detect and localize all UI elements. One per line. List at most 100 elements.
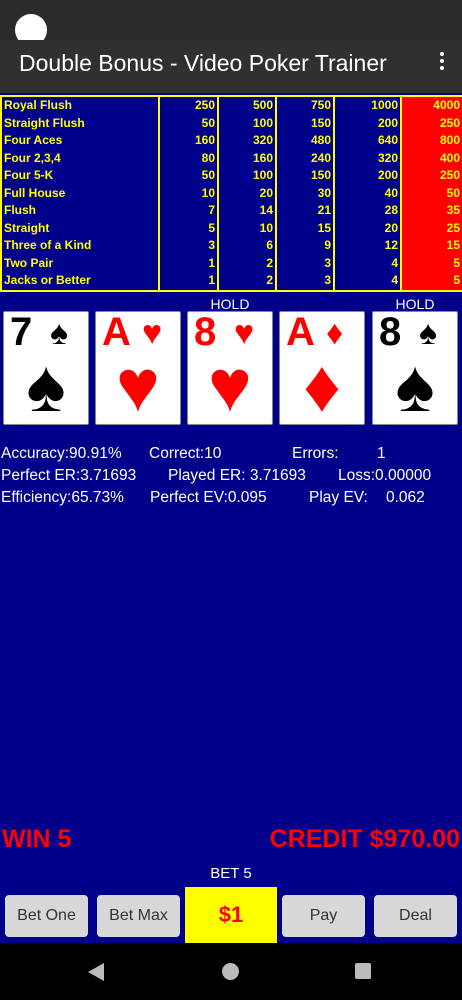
loss-stat: Loss:0.00000 bbox=[338, 467, 432, 484]
paytable-payout: 50 bbox=[201, 115, 215, 130]
paytable-payout: 5 bbox=[208, 220, 215, 235]
recent-apps-icon[interactable] bbox=[355, 963, 371, 979]
paytable-payout: 480 bbox=[310, 133, 331, 147]
paytable-payout: 50 bbox=[201, 168, 215, 182]
card-center-suit-icon: ♥ bbox=[116, 344, 160, 425]
paytable-payout: 2 bbox=[266, 273, 273, 287]
paytable-payout: 240 bbox=[310, 150, 331, 165]
paytable-payout: 1 bbox=[208, 255, 215, 270]
paytable-payout: 1 bbox=[208, 273, 215, 287]
paytable-hand-name: Two Pair bbox=[4, 255, 54, 270]
playing-card[interactable]: 8 ♠ ♠ bbox=[372, 311, 458, 425]
paytable-payout: 80 bbox=[201, 150, 215, 165]
paytable-column-3: 750 150 480 240 150 30 21 15 9 3 3 bbox=[277, 97, 335, 290]
paytable-column-2: 500 100 320 160 100 20 14 10 6 2 2 bbox=[219, 97, 277, 290]
paytable-payout: 4 bbox=[391, 255, 398, 270]
paytable-payout: 3 bbox=[324, 273, 331, 287]
paytable-payout: 40 bbox=[384, 185, 398, 200]
app-title: Double Bonus - Video Poker Trainer bbox=[19, 50, 387, 76]
credit-display: CREDIT $970.00 bbox=[269, 825, 460, 853]
paytable-hand-name: Three of a Kind bbox=[4, 238, 92, 252]
play-ev-value: 0.062 bbox=[386, 489, 425, 506]
errors-value: 1 bbox=[377, 445, 386, 462]
paytable-payout: 6 bbox=[266, 238, 273, 252]
paytable-payout: 100 bbox=[252, 168, 273, 182]
correct-stat: Correct:10 bbox=[149, 445, 222, 462]
system-nav-bar bbox=[0, 943, 462, 1000]
denomination-button[interactable]: $1 bbox=[185, 887, 277, 943]
card-center-suit-icon: ♠ bbox=[26, 344, 66, 425]
errors-label: Errors: bbox=[292, 445, 339, 462]
paytable-payout: 5 bbox=[453, 273, 460, 287]
status-bar bbox=[0, 0, 462, 46]
hold-label: HOLD bbox=[395, 296, 435, 312]
paytable-column-5-highlight: 4000 250 800 400 250 50 35 25 15 5 5 bbox=[402, 97, 462, 290]
deal-button[interactable]: Deal bbox=[374, 895, 457, 937]
paytable-payout: 25 bbox=[446, 220, 460, 235]
paytable-payout: 9 bbox=[324, 238, 331, 252]
paytable-payout: 150 bbox=[310, 115, 331, 130]
more-vert-icon[interactable] bbox=[438, 52, 446, 76]
pay-table: Royal Flush Straight Flush Four Aces Four 2… bbox=[0, 95, 462, 292]
game-area: Royal Flush Straight Flush Four Aces Four 2… bbox=[0, 93, 462, 943]
hold-label: HOLD bbox=[210, 296, 250, 312]
back-icon[interactable] bbox=[88, 963, 104, 981]
card-center-suit-icon: ♠ bbox=[395, 344, 435, 425]
paytable-payout: 150 bbox=[310, 168, 331, 182]
paytable-payout: 800 bbox=[439, 133, 460, 147]
paytable-payout: 4 bbox=[391, 273, 398, 287]
paytable-payout: 50 bbox=[446, 185, 460, 200]
playing-card[interactable]: 8 ♥ ♥ bbox=[187, 311, 273, 425]
paytable-hand-name: Straight Flush bbox=[4, 115, 85, 130]
paytable-payout: 10 bbox=[201, 185, 215, 200]
paytable-payout: 250 bbox=[194, 98, 215, 112]
paytable-payout: 200 bbox=[377, 168, 398, 182]
paytable-hand-name: Four 5-K bbox=[4, 168, 54, 182]
home-icon[interactable] bbox=[222, 963, 239, 980]
pay-button[interactable]: Pay bbox=[282, 895, 365, 937]
paytable-payout: 7 bbox=[208, 203, 215, 217]
paytable-payout: 14 bbox=[259, 203, 273, 217]
paytable-payout: 10 bbox=[259, 220, 273, 235]
play-ev-label: Play EV: bbox=[309, 489, 368, 506]
playing-card[interactable]: 7 ♠ ♠ bbox=[3, 311, 89, 425]
paytable-payout: 12 bbox=[384, 238, 398, 252]
paytable-hand-name: Royal Flush bbox=[4, 98, 73, 112]
paytable-hand-name: Jacks or Better bbox=[4, 273, 91, 287]
paytable-column-1: 250 50 160 80 50 10 7 5 3 1 1 bbox=[160, 97, 219, 290]
paytable-payout: 250 bbox=[439, 168, 460, 182]
paytable-payout: 500 bbox=[252, 98, 273, 112]
bet-max-button[interactable]: Bet Max bbox=[97, 895, 180, 937]
paytable-column-4: 1000 200 640 320 200 40 28 20 12 4 4 bbox=[335, 97, 402, 290]
playing-card[interactable]: A ♦ ♦ bbox=[279, 311, 365, 425]
paytable-payout: 200 bbox=[377, 115, 398, 130]
paytable-hand-name: Four 2,3,4 bbox=[4, 150, 61, 165]
paytable-payout: 3 bbox=[324, 255, 331, 270]
paytable-hand-names: Royal Flush Straight Flush Four Aces Four 2… bbox=[2, 97, 160, 290]
paytable-hand-name: Straight bbox=[4, 220, 50, 235]
paytable-payout: 320 bbox=[377, 150, 398, 165]
paytable-payout: 250 bbox=[439, 115, 460, 130]
bet-display: BET 5 bbox=[210, 865, 252, 882]
paytable-hand-name: Four Aces bbox=[4, 133, 63, 147]
paytable-payout: 640 bbox=[377, 133, 398, 147]
paytable-hand-name: Flush bbox=[4, 203, 36, 217]
card-center-suit-icon: ♦ bbox=[303, 344, 341, 425]
paytable-payout: 750 bbox=[310, 98, 331, 112]
bet-one-button[interactable]: Bet One bbox=[5, 895, 88, 937]
paytable-payout: 15 bbox=[446, 238, 460, 252]
paytable-payout: 35 bbox=[446, 203, 460, 217]
perfect-er-stat: Perfect ER:3.71693 bbox=[1, 467, 137, 484]
app-bar: Double Bonus - Video Poker Trainer bbox=[0, 40, 462, 93]
paytable-payout: 100 bbox=[252, 115, 273, 130]
paytable-payout: 20 bbox=[384, 220, 398, 235]
paytable-payout: 21 bbox=[317, 203, 331, 217]
accuracy-stat: Accuracy:90.91% bbox=[1, 445, 122, 462]
playing-card[interactable]: A ♥ ♥ bbox=[95, 311, 181, 425]
paytable-payout: 160 bbox=[194, 133, 215, 147]
paytable-payout: 15 bbox=[317, 220, 331, 235]
win-display: WIN 5 bbox=[2, 825, 72, 853]
played-er-stat: Played ER: 3.71693 bbox=[168, 467, 306, 484]
paytable-payout: 5 bbox=[453, 255, 460, 270]
paytable-payout: 1000 bbox=[371, 98, 398, 112]
